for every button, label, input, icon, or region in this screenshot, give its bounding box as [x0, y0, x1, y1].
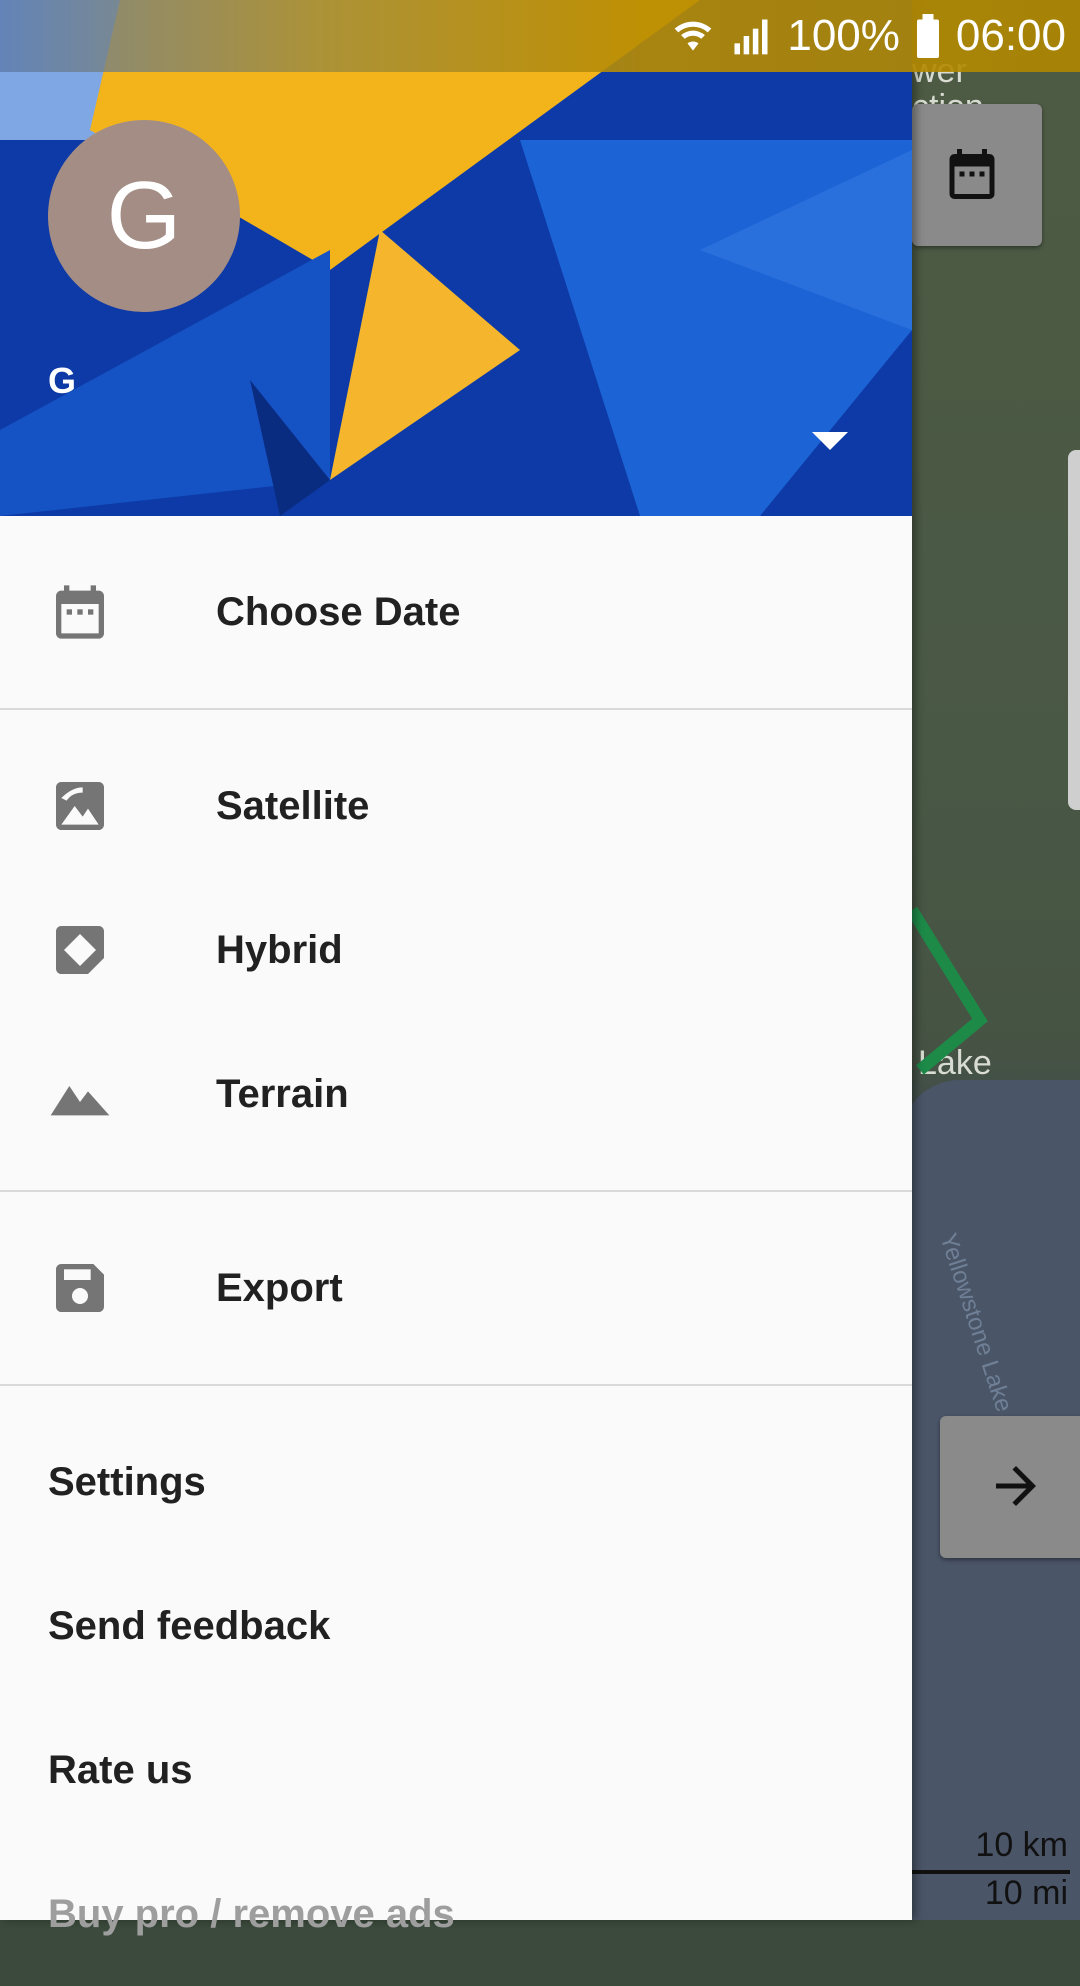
menu-item-buy-pro[interactable]: Buy pro / remove ads: [0, 1842, 912, 1986]
menu-item-hybrid[interactable]: Hybrid: [0, 878, 912, 1022]
menu-item-rate-us[interactable]: Rate us: [0, 1698, 912, 1842]
menu-item-choose-date[interactable]: Choose Date: [0, 540, 912, 684]
menu-item-label: Rate us: [48, 1747, 193, 1792]
status-bar: 100% 06:00: [0, 0, 1080, 72]
navigation-drawer: G G Choose Date Satellite Hybrid Terrain…: [0, 0, 912, 1936]
arrow-right-icon: [996, 1466, 1036, 1506]
divider: [0, 1190, 912, 1192]
satellite-image-icon: [48, 774, 112, 838]
wifi-icon: [675, 21, 712, 51]
save-icon: [48, 1256, 112, 1320]
map-scale-km: 10 km: [975, 1826, 1068, 1864]
menu-item-label: Export: [216, 1265, 343, 1310]
drawer-menu: Choose Date Satellite Hybrid Terrain Exp…: [0, 516, 912, 1986]
account-switcher-arrow-icon[interactable]: [812, 432, 848, 450]
battery-percentage: 100%: [787, 11, 900, 60]
divider: [0, 708, 912, 710]
menu-item-send-feedback[interactable]: Send feedback: [0, 1554, 912, 1698]
clock: 06:00: [955, 11, 1066, 60]
menu-item-label: Choose Date: [216, 589, 461, 634]
menu-item-label: Buy pro / remove ads: [48, 1891, 455, 1936]
avatar[interactable]: G: [48, 120, 240, 312]
divider: [0, 1384, 912, 1386]
menu-item-label: Terrain: [216, 1071, 349, 1116]
menu-item-settings[interactable]: Settings: [0, 1410, 912, 1554]
account-name: G: [48, 360, 77, 401]
drawer-header: G G: [0, 0, 912, 516]
menu-item-label: Hybrid: [216, 927, 343, 972]
edge-panel-handle[interactable]: [1068, 450, 1080, 810]
menu-item-label: Send feedback: [48, 1603, 331, 1648]
map-next-button[interactable]: [940, 1416, 1080, 1558]
route-line: [906, 906, 988, 1075]
signal-icon: [734, 19, 768, 55]
map-date-button[interactable]: [912, 104, 1042, 246]
map-scale-mi: 10 mi: [984, 1874, 1068, 1912]
menu-item-satellite[interactable]: Satellite: [0, 734, 912, 878]
battery-icon: [916, 14, 939, 58]
terrain-icon: [48, 1062, 112, 1126]
menu-item-label: Settings: [48, 1459, 206, 1504]
calendar-icon: [949, 149, 995, 199]
hybrid-icon: [48, 918, 112, 982]
calendar-icon: [48, 580, 112, 644]
menu-item-export[interactable]: Export: [0, 1216, 912, 1360]
menu-item-label: Satellite: [216, 783, 370, 828]
menu-item-terrain[interactable]: Terrain: [0, 1022, 912, 1166]
